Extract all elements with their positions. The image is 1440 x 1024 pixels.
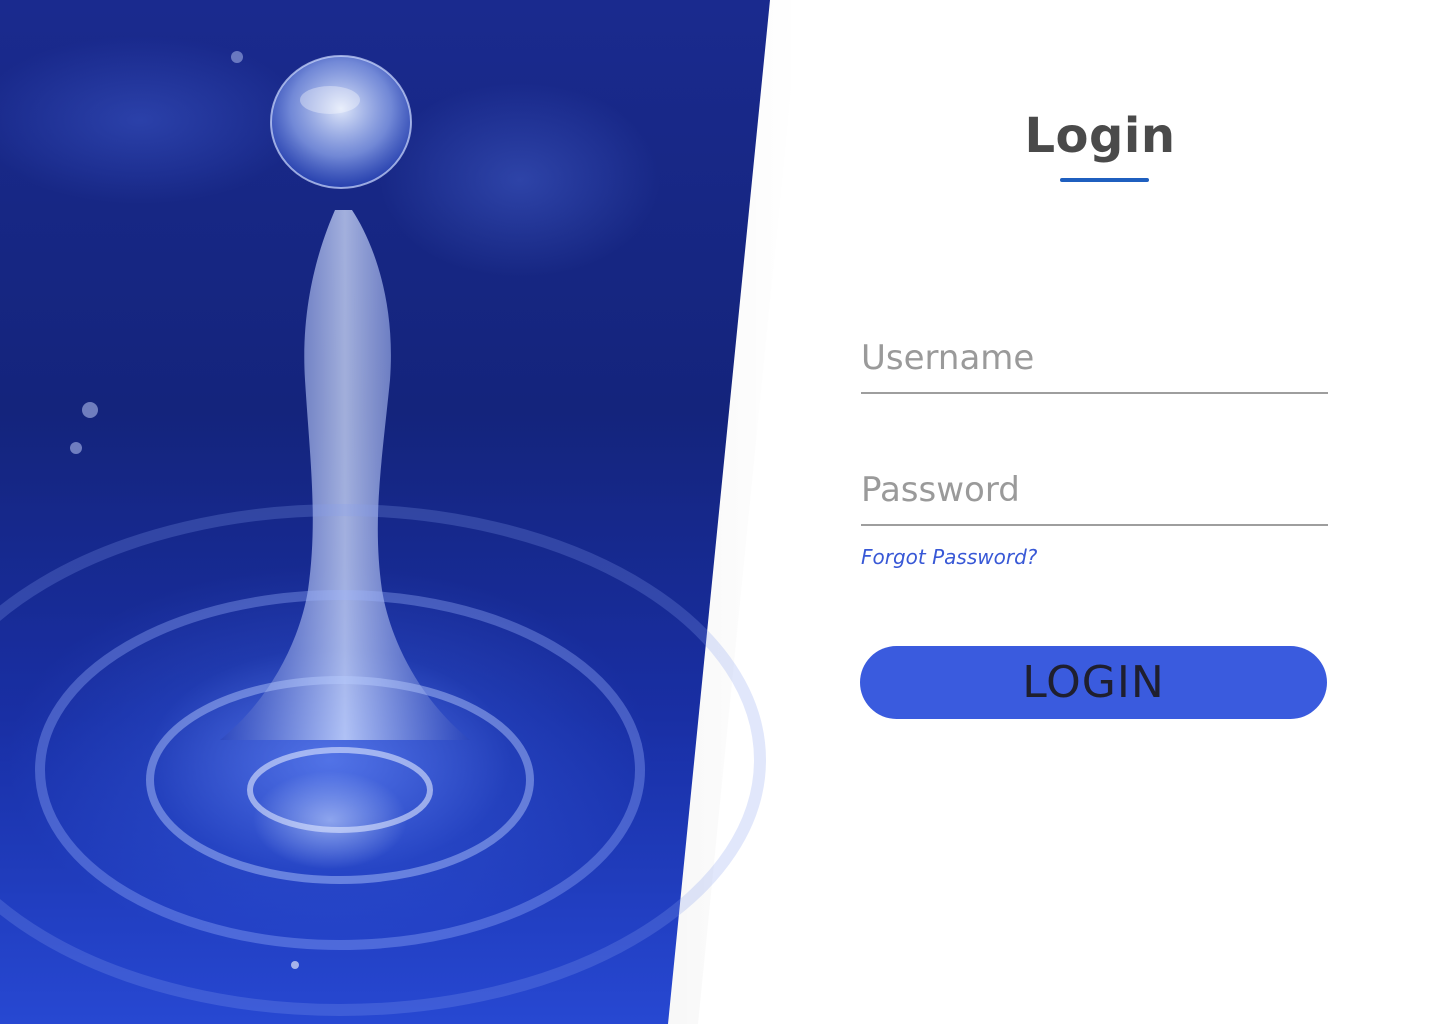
water-drop-icon bbox=[0, 51, 766, 1016]
username-field[interactable] bbox=[861, 338, 1328, 394]
login-button[interactable]: LOGIN bbox=[860, 646, 1327, 719]
page-title: Login bbox=[1024, 108, 1176, 164]
title-underline bbox=[1060, 178, 1149, 182]
forgot-password-link[interactable]: Forgot Password? bbox=[861, 545, 1037, 569]
password-field[interactable] bbox=[861, 470, 1328, 526]
